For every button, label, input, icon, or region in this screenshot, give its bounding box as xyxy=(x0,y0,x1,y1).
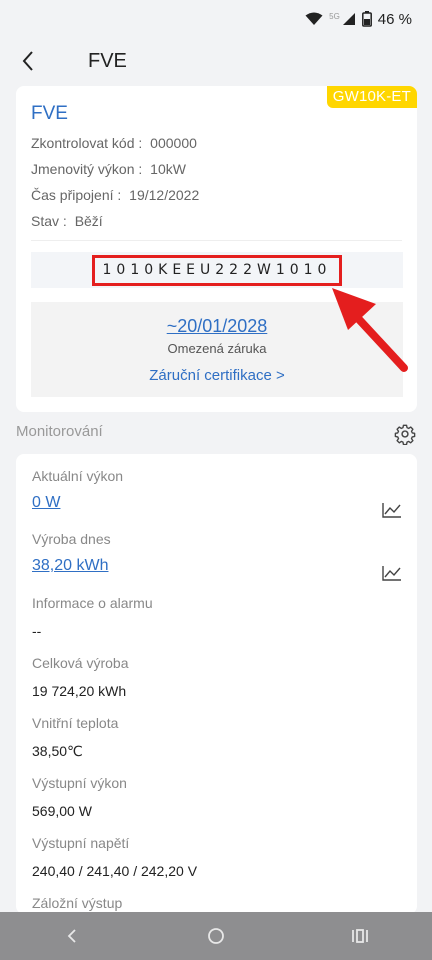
chevron-left-icon xyxy=(22,51,33,71)
metric-label: Výstupní napětí xyxy=(32,835,130,851)
signal-icon xyxy=(342,13,355,25)
page-title: FVE xyxy=(88,50,127,72)
metric-label: Výstupní výkon xyxy=(32,775,127,791)
warranty-certificate-link[interactable]: Záruční certifikace > xyxy=(149,367,284,384)
check-code-label: Zkontrolovat kód : xyxy=(31,135,143,151)
nav-recents-icon xyxy=(352,929,368,943)
monitoring-header: Monitorování xyxy=(16,423,416,447)
metric-value: 38,50℃ xyxy=(32,743,83,759)
red-arrow-annotation xyxy=(332,288,408,372)
metric-production-today: Výroba dnes 38,20 kWh xyxy=(32,531,402,581)
metric-label: Vnitřní teplota xyxy=(32,715,119,731)
nav-back-icon xyxy=(67,929,76,943)
connection-time-label: Čas připojení : xyxy=(31,187,122,203)
metric-label: Záložní výstup xyxy=(32,895,123,911)
metric-label: Aktuální výkon xyxy=(32,468,124,484)
status-row: Stav : Běží xyxy=(31,213,103,229)
system-navigation-bar xyxy=(0,912,432,960)
line-chart-icon[interactable] xyxy=(382,502,402,518)
monitoring-title: Monitorování xyxy=(16,423,103,440)
back-button[interactable] xyxy=(6,39,50,83)
metric-value: -- xyxy=(32,623,42,639)
metric-value: 569,00 W xyxy=(32,803,92,819)
current-power-value-link[interactable]: 0 W xyxy=(32,494,402,512)
battery-icon xyxy=(361,11,372,27)
rated-power-row: Jmenovitý výkon : 10kW xyxy=(31,161,186,177)
metric-label: Celková výroba xyxy=(32,655,129,671)
metric-value: 19 724,20 kWh xyxy=(32,683,127,699)
nav-recents-button[interactable] xyxy=(330,916,390,956)
metric-total-production: Celková výroba 19 724,20 kWh xyxy=(32,655,402,699)
metric-value: 240,40 / 241,40 / 242,20 V xyxy=(32,863,198,879)
status-value: Běží xyxy=(74,213,103,229)
metric-output-power: Výstupní výkon 569,00 W xyxy=(32,775,402,819)
serial-number: 1010KEEU222W1010 xyxy=(91,254,343,286)
rated-power-value: 10kW xyxy=(150,161,186,177)
nav-home-button[interactable] xyxy=(186,916,246,956)
metric-alarm-info: Informace o alarmu -- xyxy=(32,595,402,639)
metric-label: Výroba dnes xyxy=(32,531,111,547)
monitoring-card: Aktuální výkon 0 W Výroba dnes 38,20 kWh… xyxy=(16,454,417,914)
network-type-label: 5G xyxy=(329,11,340,21)
connection-time-row: Čas připojení : 19/12/2022 xyxy=(31,187,199,203)
wifi-icon xyxy=(305,12,323,25)
status-bar: 5G 46 % xyxy=(0,0,432,38)
status-label: Stav : xyxy=(31,213,67,229)
nav-home-icon xyxy=(208,928,224,944)
metric-internal-temperature: Vnitřní teplota 38,50℃ xyxy=(32,715,402,760)
metric-backup-output: Záložní výstup xyxy=(32,895,402,911)
production-today-value-link[interactable]: 38,20 kWh xyxy=(32,557,402,575)
divider xyxy=(31,240,402,241)
check-code-value: 000000 xyxy=(150,135,197,151)
metric-output-voltage: Výstupní napětí 240,40 / 241,40 / 242,20… xyxy=(32,835,402,879)
connection-time-value: 19/12/2022 xyxy=(129,187,200,203)
line-chart-icon[interactable] xyxy=(382,565,402,581)
rated-power-label: Jmenovitý výkon : xyxy=(31,161,143,177)
metric-label: Informace o alarmu xyxy=(32,595,153,611)
battery-percentage: 46 % xyxy=(377,10,412,28)
app-header: FVE xyxy=(0,38,432,84)
device-name: FVE xyxy=(31,103,68,124)
model-badge: GW10K-ET xyxy=(326,86,417,108)
metric-current-power: Aktuální výkon 0 W xyxy=(32,468,402,518)
nav-back-button[interactable] xyxy=(42,916,102,956)
gear-icon[interactable] xyxy=(394,423,416,445)
check-code-row: Zkontrolovat kód : 000000 xyxy=(31,135,197,151)
